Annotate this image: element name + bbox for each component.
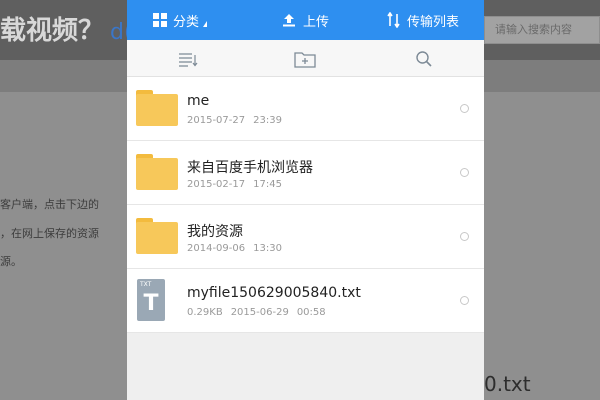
file-date: 2015-06-29 bbox=[230, 307, 289, 318]
background-text-line-2: ，在网上保存的资源 bbox=[0, 227, 99, 240]
file-time: 00:58 bbox=[296, 307, 326, 318]
transfer-list-label: 传输列表 bbox=[407, 14, 460, 30]
file-time: 17:45 bbox=[253, 179, 282, 190]
upload-icon bbox=[283, 14, 295, 27]
new-folder-icon bbox=[294, 52, 316, 68]
file-time: 23:39 bbox=[253, 115, 282, 126]
search-button[interactable] bbox=[413, 48, 435, 70]
file-time: 13:30 bbox=[253, 243, 282, 254]
file-name: 我的资源 bbox=[187, 224, 243, 240]
text-file-icon: TXT T bbox=[137, 279, 165, 321]
upload-button[interactable]: 上传 bbox=[281, 0, 329, 40]
file-date: 2015-07-27 bbox=[187, 115, 246, 126]
file-date: 2014-09-06 bbox=[187, 243, 246, 254]
background-right-text: 0.txt bbox=[484, 372, 531, 396]
upload-label: 上传 bbox=[303, 14, 330, 30]
grid-icon bbox=[153, 13, 167, 27]
background-search-input: 请输入搜索内容 bbox=[484, 16, 600, 44]
file-meta: 2014-09-06 13:30 bbox=[187, 243, 282, 254]
background-text-line-1: 客户端，点击下边的 bbox=[0, 198, 99, 211]
transfer-arrows-icon bbox=[387, 12, 400, 28]
file-date: 2015-02-17 bbox=[187, 179, 246, 190]
folder-icon bbox=[136, 218, 178, 254]
file-meta: 2015-07-27 23:39 bbox=[187, 115, 282, 126]
file-size: 0.29KB bbox=[187, 307, 223, 318]
file-meta: 2015-02-17 17:45 bbox=[187, 179, 282, 190]
file-row-my-resources[interactable]: 我的资源 2014-09-06 13:30 bbox=[127, 205, 484, 269]
file-icon-extension: TXT bbox=[140, 281, 152, 288]
file-name: 来自百度手机浏览器 bbox=[187, 160, 313, 176]
category-label: 分类 bbox=[173, 14, 200, 30]
file-row-myfile-txt[interactable]: TXT T myfile150629005840.txt 0.29KB 2015-… bbox=[127, 269, 484, 333]
transfer-list-button[interactable]: 传输列表 bbox=[387, 0, 459, 40]
sort-button[interactable] bbox=[177, 48, 199, 70]
search-icon bbox=[416, 51, 432, 67]
file-row-baidu-browser[interactable]: 来自百度手机浏览器 2015-02-17 17:45 bbox=[127, 141, 484, 205]
top-navigation-bar: 分类 上传 传输列表 bbox=[127, 0, 484, 40]
category-button[interactable]: 分类 bbox=[153, 0, 208, 40]
background-text-line-3: 源。 bbox=[0, 255, 22, 268]
select-radio[interactable] bbox=[460, 168, 469, 177]
phone-app-panel: 分类 上传 传输列表 me 2015-07-27 23:39 来自百度手机浏览器… bbox=[127, 0, 484, 400]
folder-icon bbox=[136, 90, 178, 126]
folder-icon bbox=[136, 154, 178, 190]
file-meta: 0.29KB 2015-06-29 00:58 bbox=[187, 307, 326, 318]
select-radio[interactable] bbox=[460, 104, 469, 113]
file-list: me 2015-07-27 23:39 来自百度手机浏览器 2015-02-17 1… bbox=[127, 77, 484, 333]
sort-icon bbox=[179, 53, 198, 67]
dropdown-caret-icon bbox=[203, 21, 208, 27]
new-folder-button[interactable] bbox=[294, 48, 316, 70]
file-row-me[interactable]: me 2015-07-27 23:39 bbox=[127, 77, 484, 141]
background-title-text: 载视频？ bbox=[0, 16, 105, 46]
file-toolbar bbox=[127, 40, 484, 77]
select-radio[interactable] bbox=[460, 232, 469, 241]
select-radio[interactable] bbox=[460, 296, 469, 305]
file-name: me bbox=[187, 93, 210, 109]
file-name: myfile150629005840.txt bbox=[187, 285, 361, 301]
file-icon-glyph: T bbox=[143, 291, 159, 316]
